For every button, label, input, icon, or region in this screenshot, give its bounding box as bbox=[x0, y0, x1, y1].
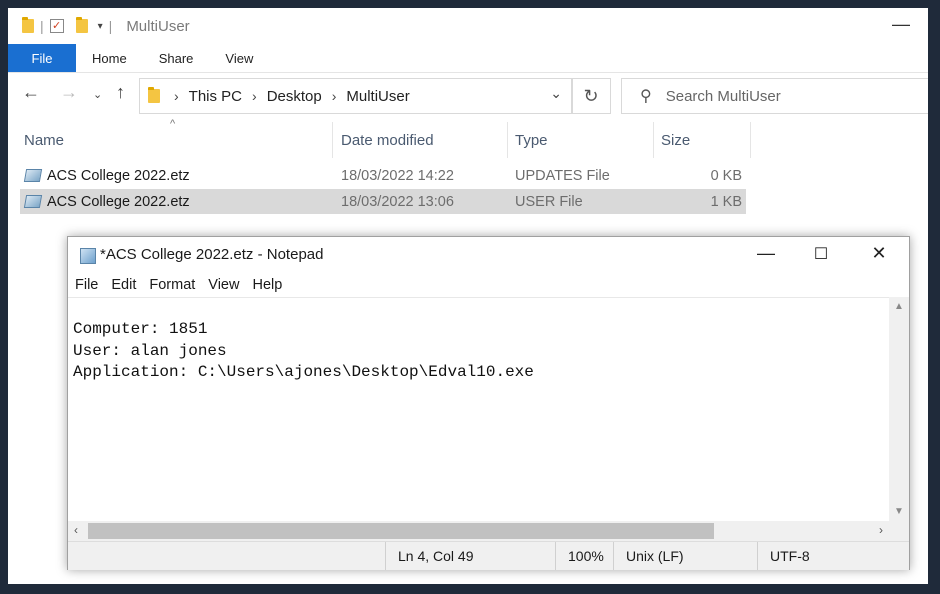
breadcrumb-chevron-icon[interactable]: › bbox=[252, 88, 257, 104]
notepad-menu-bar: File Edit Format View Help bbox=[68, 273, 288, 297]
tab-view[interactable]: View bbox=[209, 44, 269, 72]
sort-ascending-icon: ^ bbox=[170, 118, 176, 130]
breadcrumb-desktop[interactable]: Desktop bbox=[267, 88, 322, 105]
status-line-ending: Unix (LF) bbox=[613, 542, 746, 570]
file-size: 0 KB bbox=[710, 167, 742, 184]
scroll-up-icon[interactable]: ▲ bbox=[889, 301, 909, 312]
scroll-right-icon[interactable]: › bbox=[879, 523, 883, 537]
address-row: ← → ⌄ ↑ › This PC › Desktop › MultiUser … bbox=[8, 76, 928, 116]
chevron-down-icon[interactable]: ⌄ bbox=[550, 85, 562, 102]
file-size: 1 KB bbox=[710, 193, 742, 210]
file-row-selected[interactable]: ACS College 2022.etz 18/03/2022 13:06 US… bbox=[20, 189, 746, 214]
column-header-size[interactable]: Size bbox=[661, 126, 690, 154]
minimize-icon[interactable]: — bbox=[751, 243, 781, 264]
file-name-cell: ACS College 2022.etz bbox=[20, 189, 190, 214]
notepad-title: *ACS College 2022.etz - Notepad bbox=[100, 246, 324, 263]
recent-locations-chevron-icon[interactable]: ⌄ bbox=[93, 88, 102, 101]
column-header-type[interactable]: Type bbox=[515, 126, 548, 154]
scroll-left-icon[interactable]: ‹ bbox=[74, 523, 78, 537]
scroll-down-icon[interactable]: ▼ bbox=[889, 506, 909, 517]
breadcrumb-chevron-icon[interactable]: › bbox=[174, 88, 179, 104]
search-input[interactable]: ⚲ Search MultiUser bbox=[621, 78, 928, 114]
text-line: Computer: 1851 bbox=[73, 320, 208, 338]
chevron-down-icon[interactable]: ▾ bbox=[98, 21, 103, 32]
file-type: UPDATES File bbox=[515, 167, 610, 184]
separator: | bbox=[40, 18, 44, 34]
breadcrumb-multiuser[interactable]: MultiUser bbox=[346, 88, 409, 105]
notepad-title-bar[interactable]: *ACS College 2022.etz - Notepad — ☐ ✕ bbox=[68, 237, 909, 273]
file-icon bbox=[23, 169, 43, 182]
column-divider[interactable] bbox=[332, 122, 333, 158]
status-zoom: 100% bbox=[555, 542, 612, 570]
up-arrow-icon[interactable]: ↑ bbox=[116, 82, 125, 103]
file-type: USER File bbox=[515, 193, 583, 210]
column-divider[interactable] bbox=[653, 122, 654, 158]
menu-view[interactable]: View bbox=[201, 273, 245, 297]
text-line: Application: C:\Users\ajones\Desktop\Edv… bbox=[73, 363, 534, 381]
search-icon: ⚲ bbox=[640, 88, 652, 105]
folder-icon bbox=[148, 87, 160, 103]
file-name: ACS College 2022.etz bbox=[47, 167, 190, 184]
file-row[interactable]: ACS College 2022.etz 18/03/2022 14:22 UP… bbox=[20, 163, 746, 188]
tab-share[interactable]: Share bbox=[143, 44, 210, 72]
scrollbar-corner bbox=[889, 521, 909, 541]
column-header-date[interactable]: Date modified bbox=[341, 126, 434, 154]
file-date: 18/03/2022 13:06 bbox=[341, 193, 454, 210]
horizontal-scroll-thumb[interactable] bbox=[88, 523, 714, 539]
file-icon bbox=[23, 195, 43, 208]
horizontal-scrollbar[interactable]: ‹ › bbox=[68, 521, 889, 541]
window-title: MultiUser bbox=[126, 17, 190, 35]
status-cursor-position: Ln 4, Col 49 bbox=[385, 542, 552, 570]
menu-format[interactable]: Format bbox=[142, 273, 201, 297]
search-placeholder: Search MultiUser bbox=[665, 87, 781, 105]
file-date: 18/03/2022 14:22 bbox=[341, 167, 454, 184]
vertical-scrollbar[interactable]: ▲ ▼ bbox=[889, 297, 909, 521]
column-divider[interactable] bbox=[507, 122, 508, 158]
refresh-button[interactable]: ↻ bbox=[571, 78, 611, 114]
folder-icon[interactable] bbox=[22, 17, 34, 33]
menu-edit[interactable]: Edit bbox=[104, 273, 142, 297]
separator: | bbox=[108, 18, 113, 34]
breadcrumb-chevron-icon[interactable]: › bbox=[332, 88, 337, 104]
back-arrow-icon[interactable]: ← bbox=[22, 82, 40, 103]
forward-arrow-icon[interactable]: → bbox=[60, 82, 78, 103]
refresh-icon: ↻ bbox=[583, 85, 599, 106]
tab-home[interactable]: Home bbox=[76, 44, 143, 72]
notepad-window: *ACS College 2022.etz - Notepad — ☐ ✕ Fi… bbox=[67, 236, 910, 570]
column-header-name[interactable]: Name bbox=[24, 126, 64, 154]
minimize-icon[interactable]: — bbox=[892, 14, 910, 35]
close-icon[interactable]: ✕ bbox=[864, 243, 894, 264]
checkmark-icon[interactable]: ✓ bbox=[49, 19, 64, 33]
address-bar[interactable]: › This PC › Desktop › MultiUser ⌄ bbox=[139, 78, 573, 114]
notepad-icon bbox=[80, 248, 96, 264]
file-name-cell: ACS College 2022.etz bbox=[20, 163, 190, 188]
notepad-text-area[interactable]: Computer: 1851 User: alan jones Applicat… bbox=[68, 297, 889, 522]
ribbon-tabs: File Home Share View bbox=[8, 44, 928, 73]
column-divider[interactable] bbox=[750, 122, 751, 158]
folder-icon[interactable] bbox=[75, 17, 88, 33]
menu-file[interactable]: File bbox=[68, 273, 104, 297]
menu-help[interactable]: Help bbox=[245, 273, 288, 297]
title-bar: | ✓ ▾ | MultiUser — bbox=[8, 8, 928, 44]
tab-file[interactable]: File bbox=[8, 44, 76, 72]
breadcrumb-this-pc[interactable]: This PC bbox=[189, 88, 242, 105]
file-name: ACS College 2022.etz bbox=[47, 193, 190, 210]
notepad-status-bar: Ln 4, Col 49 100% Unix (LF) UTF-8 bbox=[68, 541, 909, 570]
text-line: User: alan jones bbox=[73, 342, 227, 360]
status-encoding: UTF-8 bbox=[757, 542, 900, 570]
maximize-icon[interactable]: ☐ bbox=[806, 244, 836, 264]
